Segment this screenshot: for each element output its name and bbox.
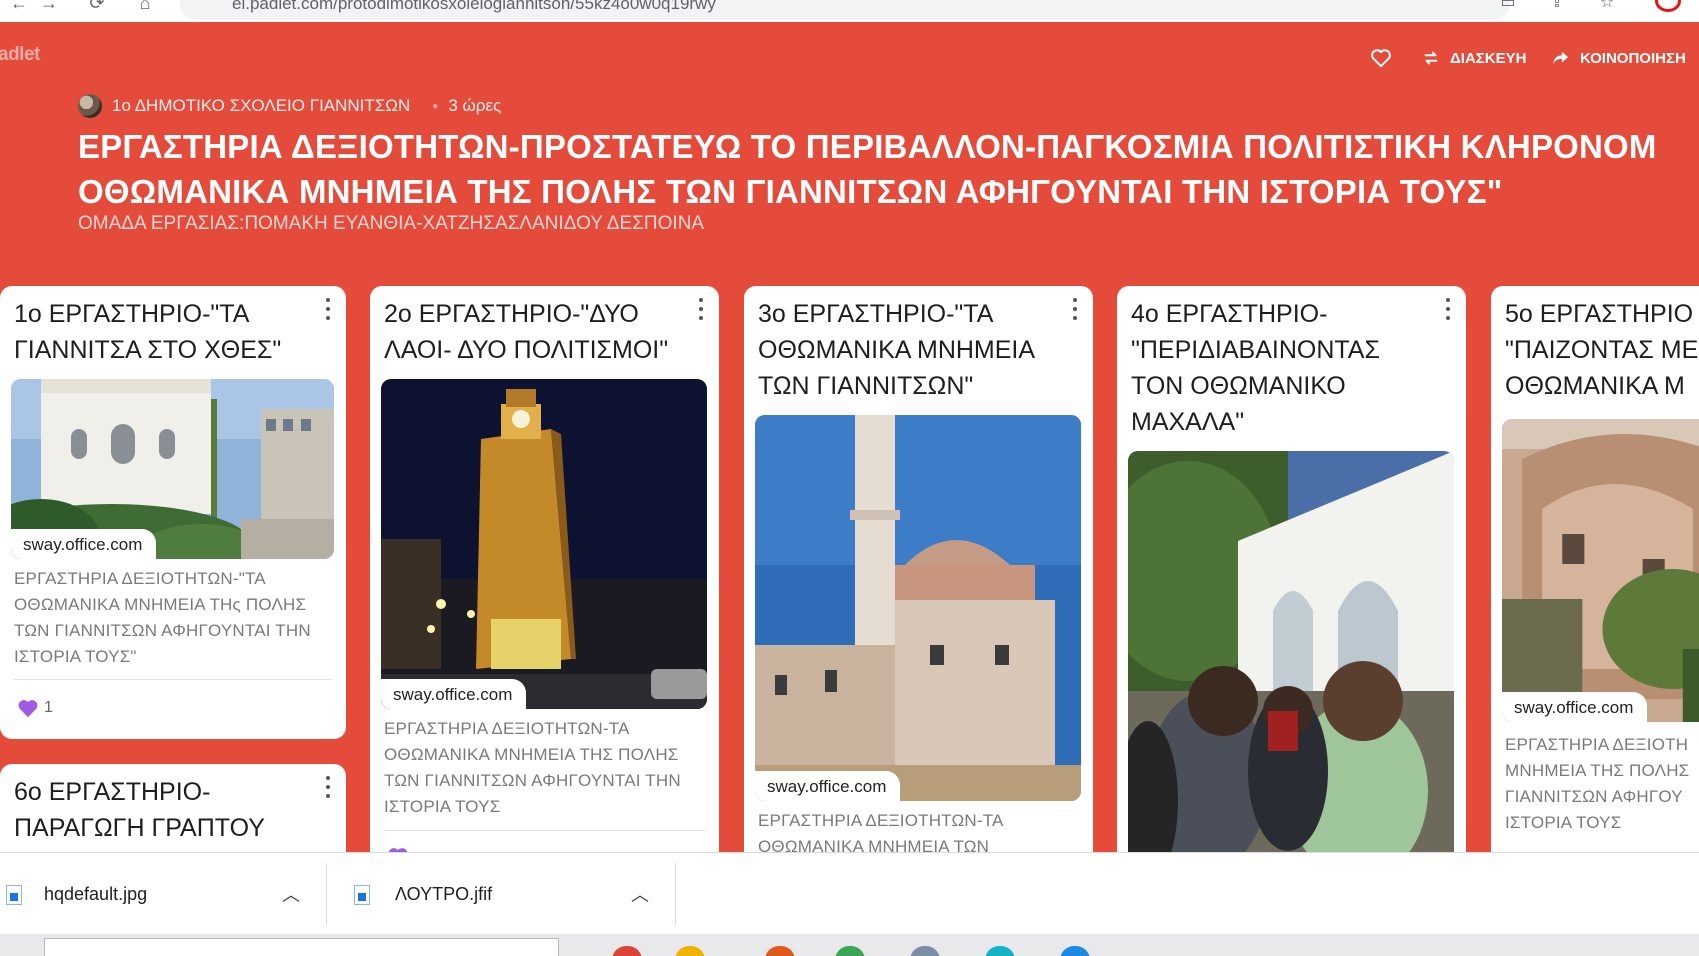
heart-outline-icon xyxy=(1370,47,1392,69)
download-item-2[interactable]: ΛΟΥΤΡΟ.jfif ︿ xyxy=(327,853,675,935)
opera-icon[interactable] xyxy=(1655,0,1681,12)
post-time: 3 ώρες xyxy=(448,96,502,115)
more-options-icon[interactable] xyxy=(1071,298,1079,320)
share-arrow-icon xyxy=(1550,47,1572,69)
post-description: ΕΡΓΑΣΤΗΡΙΑ ΔΕΞΙΟΤΗ ΜΝΗΜΕΙΑ ΤΗΣ ΠΟΛΗΣ ΓΙΑ… xyxy=(1505,735,1690,832)
students-image xyxy=(1128,451,1454,871)
post-thumbnail[interactable]: sway.office.com xyxy=(381,379,707,709)
post-title: 5ο ΕΡΓΑΣΤΗΡΙΟ "ΠΑΙΖΟΝΤΑΣ ΜΕ ΟΘΩΜΑΝΙΚΑ Μ xyxy=(1505,300,1699,400)
chrome-icon[interactable] xyxy=(612,946,642,956)
mosque-image xyxy=(755,415,1081,801)
link-source[interactable]: sway.office.com xyxy=(11,529,157,559)
divider xyxy=(675,863,676,925)
remix-button[interactable]: ΔΙΑΣΚΕΥΗ xyxy=(1420,46,1526,70)
chevron-up-icon[interactable]: ︿ xyxy=(282,881,300,907)
author-avatar[interactable] xyxy=(78,94,102,118)
reload-icon[interactable]: ⟳ xyxy=(86,0,108,14)
post-description: ΕΡΓΑΣΤΗΡΙΑ ΔΕΞΙΟΤΗΤΩΝ-ΤΑ ΟΘΩΜΑΝΙΚΑ ΜΝΗΜΕ… xyxy=(384,719,681,816)
download-item-1[interactable]: hqdefault.jpg ︿ xyxy=(0,853,325,935)
more-options-icon[interactable] xyxy=(1444,298,1452,320)
download-filename: ΛΟΥΤΡΟ.jfif xyxy=(395,883,493,904)
post-thumbnail[interactable] xyxy=(1128,451,1454,871)
app-icon[interactable] xyxy=(765,946,795,956)
back-icon[interactable]: ← xyxy=(8,0,30,14)
folder-icon[interactable] xyxy=(675,946,705,956)
like-counter[interactable]: 1 xyxy=(16,698,53,718)
board-title: ΕΡΓΑΣΤΗΡΙΑ ΔΕΞΙΟΤΗΤΩΝ-ΠΡΟΣΤΑΤΕΥΩ ΤΟ ΠΕΡΙ… xyxy=(78,128,1657,210)
divider xyxy=(384,830,705,831)
link-source[interactable]: sway.office.com xyxy=(381,679,527,709)
post-title: 2ο ΕΡΓΑΣΤΗΡΙΟ-"ΔΥΟ ΛΑΟΙ- ΔΥΟ ΠΟΛΙΤΙΣΜΟΙ" xyxy=(384,300,669,364)
post-title: 1ο ΕΡΓΑΣΤΗΡΙΟ-"ΤΑ ΓΙΑΝΝΙΤΣΑ ΣΤΟ ΧΘΕΣ" xyxy=(14,300,282,364)
share-page-icon[interactable]: ⇪ xyxy=(1545,0,1569,14)
more-options-icon[interactable] xyxy=(324,776,332,798)
board-subtitle: ΟΜΑΔΑ ΕΡΓΑΣΙΑΣ:ΠΟΜΑΚΗ ΕΥΑΝΘΙΑ-ΧΑΤΖΗΣΑΣΛΑ… xyxy=(78,213,705,234)
more-options-icon[interactable] xyxy=(697,298,705,320)
app-icon[interactable] xyxy=(835,946,865,956)
chevron-up-icon[interactable]: ︿ xyxy=(631,881,649,907)
author-row: 1ο ΔΗΜΟΤΙΚΟ ΣΧΟΛΕΙΟ ΓΙΑΝΝΙΤΣΩΝ ● 3 ώρες xyxy=(78,94,501,118)
post-title: 6ο ΕΡΓΑΣΤΗΡΙΟ- ΠΑΡΑΓΩΓΗ ΓΡΑΠΤΟΥ xyxy=(14,778,265,842)
url-text: el.padlet.com/protodimotikosxoleiogianni… xyxy=(232,0,716,13)
browser-toolbar: ← → ⟳ ⌂ el.padlet.com/protodimotikosxole… xyxy=(0,0,1699,22)
padlet-logo[interactable]: adlet xyxy=(0,44,40,66)
post-card-2[interactable]: 2ο ΕΡΓΑΣΤΗΡΙΟ-"ΔΥΟ ΛΑΟΙ- ΔΥΟ ΠΟΛΙΤΙΣΜΟΙ"… xyxy=(370,286,719,886)
post-thumbnail[interactable]: sway.office.com xyxy=(755,415,1081,801)
stone-building-image xyxy=(1502,419,1699,722)
more-options-icon[interactable] xyxy=(324,298,332,320)
download-filename: hqdefault.jpg xyxy=(44,883,148,904)
link-source[interactable]: sway.office.com xyxy=(1502,692,1648,722)
share-label: ΚΟΙΝΟΠΟΙΗΣΗ xyxy=(1580,49,1686,67)
app-icon[interactable] xyxy=(985,946,1015,956)
app-icon[interactable] xyxy=(910,946,940,956)
like-count: 1 xyxy=(44,699,53,716)
post-title: 3ο ΕΡΓΑΣΤΗΡΙΟ-"ΤΑ ΟΘΩΜΑΝΙΚΑ ΜΝΗΜΕΙΑ ΤΩΝ … xyxy=(758,300,1034,400)
app-icon[interactable] xyxy=(1060,946,1090,956)
home-icon[interactable]: ⌂ xyxy=(134,0,156,14)
clock-tower-image xyxy=(381,379,707,709)
like-board-button[interactable] xyxy=(1370,46,1392,70)
image-file-icon xyxy=(6,885,22,905)
post-card-3[interactable]: 3ο ΕΡΓΑΣΤΗΡΙΟ-"ΤΑ ΟΘΩΜΑΝΙΚΑ ΜΝΗΜΕΙΑ ΤΩΝ … xyxy=(744,286,1093,886)
image-file-icon xyxy=(354,885,370,905)
post-description: ΕΡΓΑΣΤΗΡΙΑ ΔΕΞΙΟΤΗΤΩΝ-"ΤΑ ΟΘΩΜΑΝΙΚΑ ΜΝΗΜ… xyxy=(14,569,311,666)
bookmark-star-icon[interactable]: ☆ xyxy=(1595,0,1619,14)
remix-label: ΔΙΑΣΚΕΥΗ xyxy=(1450,49,1527,67)
forward-icon[interactable]: → xyxy=(38,0,60,14)
link-source[interactable]: sway.office.com xyxy=(755,771,901,801)
post-card-4[interactable]: 4ο ΕΡΓΑΣΤΗΡΙΟ-"ΠΕΡΙΔΙΑΒΑΙΝΟΝΤΑΣ ΤΟΝ ΟΘΩΜ… xyxy=(1117,286,1466,886)
post-thumbnail[interactable]: sway.office.com xyxy=(11,379,334,559)
author-name[interactable]: 1ο ΔΗΜΟΤΙΚΟ ΣΧΟΛΕΙΟ ΓΙΑΝΝΙΤΣΩΝ xyxy=(112,96,410,116)
downloads-bar: hqdefault.jpg ︿ ΛΟΥΤΡΟ.jfif ︿ xyxy=(0,852,1699,934)
post-title: 4ο ΕΡΓΑΣΤΗΡΙΟ-"ΠΕΡΙΔΙΑΒΑΙΝΟΝΤΑΣ ΤΟΝ ΟΘΩΜ… xyxy=(1131,300,1380,436)
heart-filled-icon xyxy=(18,700,38,718)
divider xyxy=(14,679,332,680)
remix-icon xyxy=(1420,47,1442,69)
post-card-1[interactable]: 1ο ΕΡΓΑΣΤΗΡΙΟ-"ΤΑ ΓΙΑΝΝΙΤΣΑ ΣΤΟ ΧΘΕΣ" sw… xyxy=(0,286,346,739)
post-thumbnail[interactable]: sway.office.com xyxy=(1502,419,1699,722)
cast-icon[interactable]: ▭ xyxy=(1496,0,1520,14)
share-button[interactable]: ΚΟΙΝΟΠΟΙΗΣΗ xyxy=(1550,46,1686,70)
taskbar xyxy=(0,934,1699,956)
post-card-5[interactable]: 5ο ΕΡΓΑΣΤΗΡΙΟ "ΠΑΙΖΟΝΤΑΣ ΜΕ ΟΘΩΜΑΝΙΚΑ Μ … xyxy=(1491,286,1699,886)
separator-dot: ● xyxy=(432,100,439,112)
taskbar-search-input[interactable] xyxy=(44,938,559,956)
